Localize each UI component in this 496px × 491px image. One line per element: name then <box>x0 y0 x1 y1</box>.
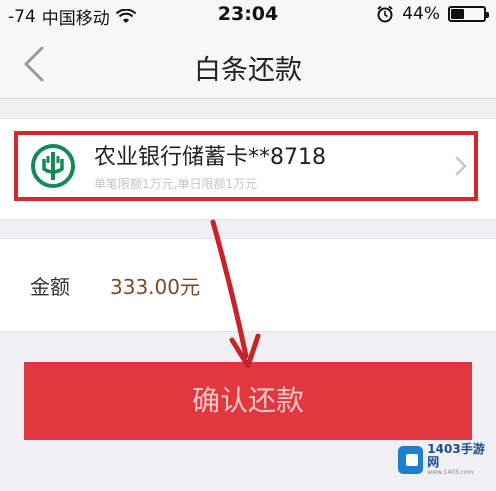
status-right: 44% <box>376 4 489 24</box>
amount-section: 金额 333.00元 <box>0 238 496 332</box>
navigation-bar: 白条还款 <box>0 30 496 99</box>
amount-value: 333.00元 <box>110 275 200 299</box>
chevron-right-icon <box>455 156 467 176</box>
watermark-url: www.1403.com <box>427 469 474 476</box>
status-bar: -74 中国移动 23:04 44% <box>0 0 496 30</box>
watermark-logo-icon <box>398 446 424 474</box>
bank-card-limit: 单笔限额1万元,单日限额1万元 <box>94 177 258 191</box>
bank-card-name: 农业银行储蓄卡**8718 <box>94 145 326 170</box>
watermark-text-block: 1403手游网 www.1403.com <box>427 443 490 477</box>
site-watermark: 1403手游网 www.1403.com <box>398 440 490 480</box>
page-title: 白条还款 <box>194 55 302 86</box>
alarm-icon <box>377 5 393 23</box>
battery-percent: 44% <box>402 4 440 24</box>
confirm-repayment-button[interactable]: 确认还款 <box>24 362 472 440</box>
battery-icon <box>448 6 489 22</box>
payment-card-section: 农业银行储蓄卡**8718 单笔限额1万元,单日限额1万元 <box>0 118 496 220</box>
battery-fill <box>451 9 465 19</box>
abc-bank-logo-icon <box>31 144 75 188</box>
watermark-text: 1403手游网 <box>427 442 485 469</box>
bank-card-selector[interactable]: 农业银行储蓄卡**8718 单笔限额1万元,单日限额1万元 <box>14 131 478 201</box>
amount-label: 金额 <box>30 275 70 299</box>
